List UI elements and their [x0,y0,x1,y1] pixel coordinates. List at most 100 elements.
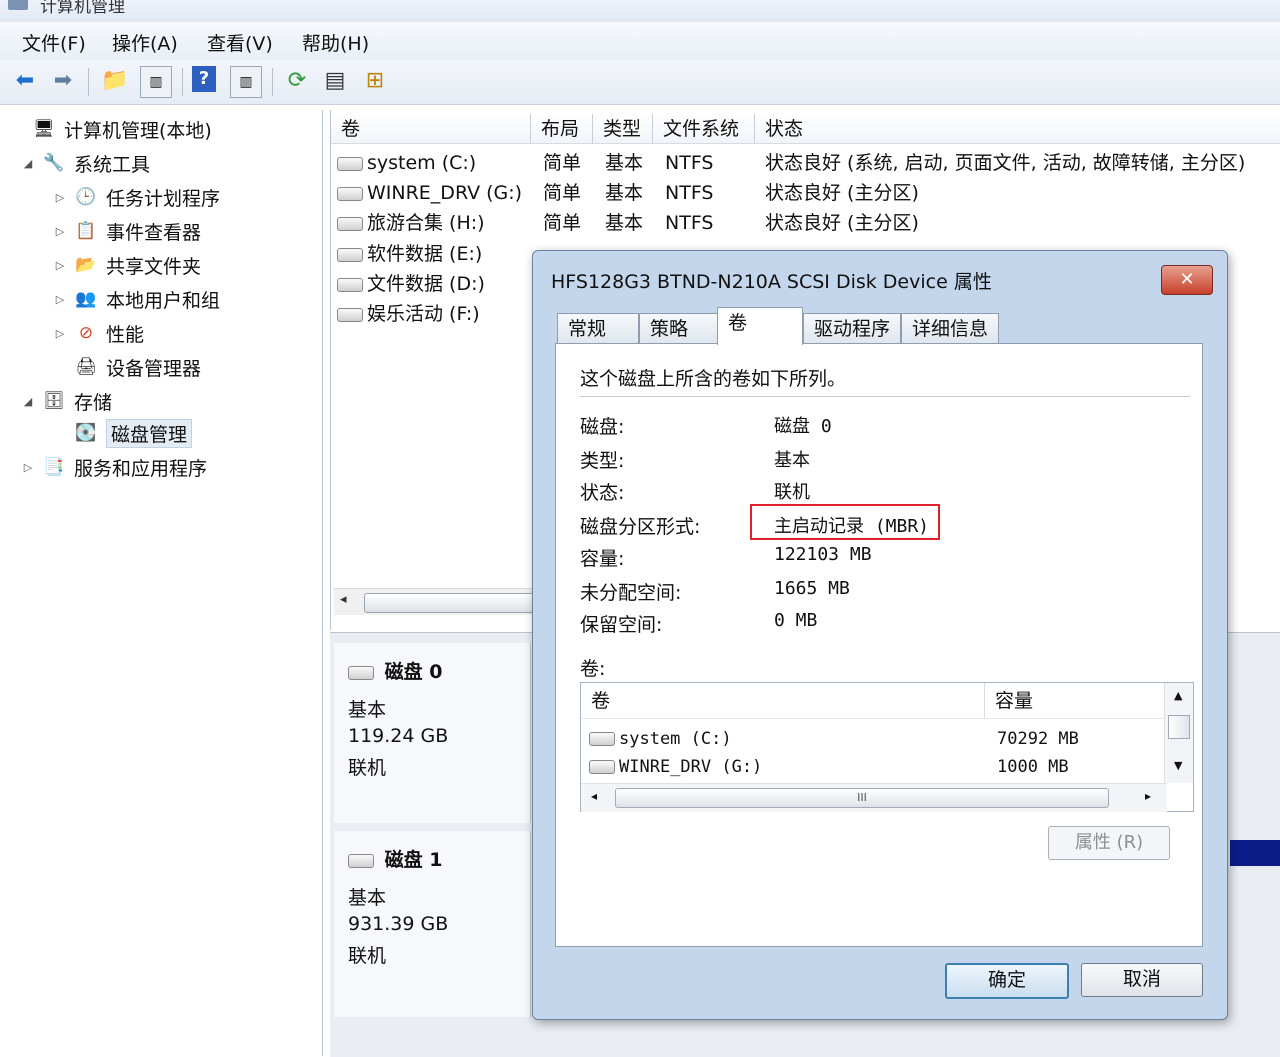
column-header-volume[interactable]: 卷 [581,683,985,719]
tree-item-task-scheduler[interactable]: ▷ 🕒 任务计划程序 [52,182,220,212]
menu-help[interactable]: 帮助(H) [300,27,371,58]
up-folder-icon[interactable]: 📁 [100,66,130,96]
computer-management-icon [8,0,28,10]
scroll-down-icon[interactable]: ▼ [1174,759,1182,772]
table-row[interactable]: WINRE_DRV (G:) 简单 基本 NTFS 状态良好 (主分区) [337,178,1277,208]
table-row[interactable]: 旅游合集 (H:) 简单 基本 NTFS 状态良好 (主分区) [337,208,1277,238]
prop-label-reserved: 保留空间: [580,614,663,636]
partition-bar[interactable] [1230,840,1280,866]
disk-0-card[interactable]: 磁盘 0 基本 119.24 GB 联机 [334,643,531,823]
back-arrow-icon[interactable]: ⬅ [10,66,40,96]
menu-action[interactable]: 操作(A) [110,27,180,58]
table-row[interactable]: 软件数据 (E:) [337,239,537,269]
performance-icon: ⊘ [78,323,94,343]
ok-button[interactable]: 确定 [945,963,1069,999]
dialog-title: HFS128G3 BTND-N210A SCSI Disk Device 属性 [551,271,992,293]
prop-value-status: 联机 [774,482,810,503]
volumes-label: 卷: [580,658,606,680]
expand-arrow-icon[interactable]: ▷ [52,327,68,340]
menu-bar: 文件(F) 操作(A) 查看(V) 帮助(H) [0,22,1280,60]
tree-item-storage[interactable]: ◢ 🗄 存储 [20,386,112,416]
column-header-type[interactable]: 类型 [593,114,653,144]
disk-1-type: 基本 [348,887,387,909]
scroll-thumb[interactable] [1168,715,1190,739]
prop-value-unallocated: 1665 MB [774,578,850,599]
volumes-intro: 这个磁盘上所含的卷如下所列。 [580,368,847,390]
drive-icon [337,186,363,201]
disk-0-size: 119.24 GB [348,725,449,747]
event-viewer-icon: 📋 [75,221,97,241]
column-header-volume[interactable]: 卷 [331,114,531,144]
console-icon[interactable]: ▥ [230,66,262,98]
volume-properties-button[interactable]: 属性 (R) [1048,826,1170,860]
collapse-arrow-icon[interactable]: ◢ [20,395,36,408]
scroll-right-icon[interactable]: ▸ [1145,789,1151,803]
scroll-left-icon[interactable]: ◂ [340,592,347,607]
prop-label-unallocated: 未分配空间: [580,582,682,604]
tree-item-system-tools[interactable]: ◢ 🔧 系统工具 [20,148,150,178]
table-row[interactable]: WINRE_DRV (G:) 1000 MB [589,753,1159,781]
scroll-thumb[interactable]: III [615,788,1109,808]
properties-icon[interactable]: ▤ [320,66,350,96]
tab-details[interactable]: 详细信息 [901,313,999,343]
column-header-filesystem[interactable]: 文件系统 [653,114,755,144]
tree-item-shared-folders[interactable]: ▷ 📂 共享文件夹 [52,250,201,280]
forward-arrow-icon[interactable]: ➡ [48,66,78,96]
volumes-tab-panel: 这个磁盘上所含的卷如下所列。 磁盘: 磁盘 0 类型: 基本 状态: 联机 磁盘… [555,343,1203,947]
table-row[interactable]: 文件数据 (D:) [337,269,537,299]
volume-list-scrollbar[interactable]: ◂ [334,588,536,615]
drive-icon [337,156,363,171]
toolbar: ⬅ ➡ 📁 ▥ ? ▥ ⟳ ▤ ⊞ [0,60,1280,105]
table-row[interactable]: system (C:) 70292 MB [589,725,1159,753]
expand-arrow-icon[interactable]: ▷ [52,259,68,272]
column-header-capacity[interactable]: 容量 [985,683,1167,719]
tree-item-event-viewer[interactable]: ▷ 📋 事件查看器 [52,216,201,246]
horizontal-scrollbar[interactable]: ◂ III ▸ [581,783,1167,812]
menu-file[interactable]: 文件(F) [20,27,88,58]
tab-general[interactable]: 常规 [557,313,639,343]
cancel-button[interactable]: 取消 [1081,963,1203,997]
column-header-layout[interactable]: 布局 [531,114,593,144]
export-icon[interactable]: ⊞ [360,66,390,96]
column-header-status[interactable]: 状态 [755,114,1280,144]
users-icon: 👥 [75,289,97,309]
vertical-scrollbar[interactable]: ▲ ▼ [1164,683,1193,783]
disk-1-card[interactable]: 磁盘 1 基本 931.39 GB 联机 [334,831,531,1017]
tree-item-disk-management[interactable]: 💽 磁盘管理 [52,418,193,448]
scroll-thumb[interactable] [364,593,536,613]
tree-item-performance[interactable]: ▷ ⊘ 性能 [52,318,144,348]
table-row[interactable]: system (C:) 简单 基本 NTFS 状态良好 (系统, 启动, 页面文… [337,148,1277,178]
expand-arrow-icon[interactable]: ▷ [20,461,36,474]
prop-label-capacity: 容量: [580,548,625,570]
help-icon[interactable]: ? [192,66,216,92]
tab-volumes[interactable]: 卷 [717,307,803,345]
scroll-left-icon[interactable]: ◂ [591,789,597,803]
expand-arrow-icon[interactable]: ▷ [52,293,68,306]
drive-icon [337,216,363,231]
disk-0-state: 联机 [348,757,387,779]
tools-icon: 🔧 [43,153,65,173]
refresh-icon[interactable]: ⟳ [282,66,312,96]
scroll-up-icon[interactable]: ▲ [1174,689,1182,702]
tree-item-local-users[interactable]: ▷ 👥 本地用户和组 [52,284,220,314]
volume-table: 卷 容量 system (C:) 70292 MB WINRE_DRV (G:)… [580,682,1194,812]
expand-arrow-icon[interactable]: ▷ [52,191,68,204]
clock-icon: 🕒 [75,187,97,207]
expand-arrow-icon[interactable]: ▷ [52,225,68,238]
highlight-box [750,504,940,540]
show-hide-tree-icon[interactable]: ▥ [140,66,172,98]
window-title: 计算机管理 [40,0,125,17]
tree-item-services-apps[interactable]: ▷ 📑 服务和应用程序 [20,452,207,482]
collapse-arrow-icon[interactable]: ◢ [20,157,36,170]
disk-icon [348,665,374,680]
tab-policies[interactable]: 策略 [639,313,719,343]
tree-item-computer-management[interactable]: 🖥 计算机管理(本地) [10,114,212,144]
disk-1-size: 931.39 GB [348,913,449,935]
tab-driver[interactable]: 驱动程序 [803,313,901,343]
prop-value-type: 基本 [774,450,810,471]
close-button[interactable]: ✕ [1161,265,1213,295]
table-row[interactable]: 娱乐活动 (F:) [337,299,537,329]
menu-view[interactable]: 查看(V) [205,27,275,58]
tree-item-device-manager[interactable]: 🖨 设备管理器 [52,352,201,382]
disk-icon [348,853,374,868]
